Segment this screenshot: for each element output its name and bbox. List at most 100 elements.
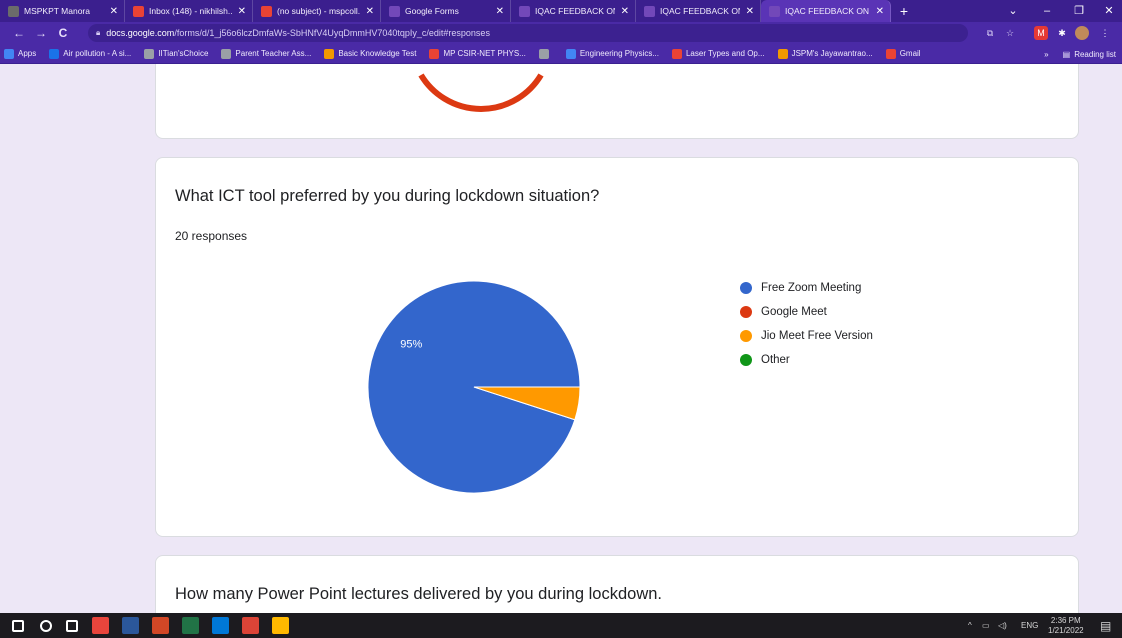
reading-list-icon: ▤ [1062, 49, 1071, 59]
url-bar[interactable]: 🔒︎ docs.google.com /forms/d/1_j56o6lczDm… [88, 24, 968, 42]
bookmark-label: MP CSIR-NET PHYS... [443, 49, 526, 58]
reload-button[interactable]: C [52, 26, 74, 40]
tab-favicon-icon [389, 5, 400, 17]
bookmark-label: Apps [18, 49, 37, 58]
powerpoint-icon[interactable] [152, 617, 169, 634]
url-path: /forms/d/1_j56o6lczDmfaWs-SbHNfV4UyqDmmH… [174, 28, 490, 38]
close-window-button[interactable]: ✕ [1092, 0, 1122, 22]
forward-button[interactable]: → [30, 26, 52, 40]
tab-5[interactable]: IQAC FEEDBACK ON IC ✕ [636, 0, 761, 22]
tab-close-icon[interactable]: ✕ [110, 6, 118, 17]
menu-kebab-icon[interactable]: ⋮ [1098, 26, 1112, 40]
tab-close-icon[interactable]: ✕ [746, 6, 754, 17]
bookmark-icon [221, 48, 232, 59]
reading-list[interactable]: » ▤ Reading list [1044, 44, 1116, 64]
task-view-icon[interactable] [66, 620, 78, 632]
bookmark-label: JSPM's Jayawantrao... [791, 49, 873, 58]
legend-label: Other [761, 354, 790, 366]
bookmark-icon [885, 48, 896, 59]
bookmark-9[interactable]: JSPM's Jayawantrao... [777, 48, 873, 59]
bookmark-10[interactable]: Gmail [885, 48, 921, 59]
bookmark-label: Engineering Physics... [579, 49, 659, 58]
legend-item-0[interactable]: Free Zoom Meeting [740, 279, 873, 297]
legend-item-2[interactable]: Jio Meet Free Version [740, 327, 873, 345]
tray-chevron-icon[interactable]: ^ [968, 613, 972, 638]
bookmarks-bar: Apps Air pollution - A si... IITian'sChoic… [0, 44, 1122, 64]
tab-title: IQAC FEEDBACK ON IC [660, 6, 740, 16]
bookmark-5[interactable]: MP CSIR-NET PHYS... [429, 48, 526, 59]
extensions-puzzle-icon[interactable]: ✱ [1055, 26, 1069, 40]
tab-favicon-icon [644, 5, 655, 17]
bookmark-icon [671, 48, 682, 59]
tab-4[interactable]: IQAC FEEDBACK ON IC ✕ [511, 0, 636, 22]
legend-dot-icon [740, 282, 752, 294]
legend-item-3[interactable]: Other [740, 351, 873, 369]
new-tab-button[interactable]: + [891, 0, 917, 22]
bookmark-label: Basic Knowledge Test [338, 49, 417, 58]
form-responses-page[interactable]: What ICT tool preferred by you during lo… [0, 64, 1122, 613]
question-card: What ICT tool preferred by you during lo… [155, 157, 1079, 537]
files-icon[interactable] [272, 617, 289, 634]
tab-close-icon[interactable]: ✕ [496, 6, 504, 17]
legend-dot-icon [740, 330, 752, 342]
tab-search-dropdown[interactable]: ⌄ [996, 0, 1030, 22]
tab-3[interactable]: Google Forms ✕ [381, 0, 511, 22]
tab-0[interactable]: MSPKPT Manora ✕ [0, 0, 125, 22]
volume-icon[interactable]: ◁) [998, 613, 1007, 638]
bookmark-6[interactable] [538, 48, 553, 59]
url-host: docs.google.com [106, 28, 175, 38]
bookmark-label: Gmail [899, 49, 921, 58]
battery-icon[interactable]: ▭ [982, 613, 990, 638]
bookmark-icon [324, 48, 335, 59]
notification-icon[interactable]: ▤ [1100, 613, 1111, 638]
tab-close-icon[interactable]: ✕ [366, 6, 374, 17]
bookmark-3[interactable]: Parent Teacher Ass... [221, 48, 312, 59]
tab-title: MSPKPT Manora [24, 6, 90, 16]
word-icon[interactable] [122, 617, 139, 634]
search-icon[interactable] [40, 620, 52, 632]
maximize-button[interactable]: ❐ [1062, 0, 1096, 22]
bookmark-7[interactable]: Engineering Physics... [565, 48, 659, 59]
windows-taskbar: ^ ▭ ◁) ENG 2:36 PM 1/21/2022 ▤ [0, 613, 1122, 638]
tab-close-icon[interactable]: ✕ [238, 6, 246, 17]
previous-question-card [155, 64, 1079, 139]
chrome-icon[interactable] [242, 617, 259, 634]
profile-avatar[interactable] [1075, 26, 1089, 40]
legend-dot-icon [740, 354, 752, 366]
more-bookmarks-chevron-icon[interactable]: » [1044, 50, 1048, 59]
bookmark-0[interactable]: Apps [4, 48, 37, 59]
bookmark-label: Laser Types and Op... [685, 49, 765, 58]
bookmark-star-icon[interactable]: ☆ [1003, 26, 1017, 40]
bookmark-8[interactable]: Laser Types and Op... [671, 48, 765, 59]
tab-2[interactable]: (no subject) - mspcoll... ✕ [253, 0, 381, 22]
start-icon[interactable] [12, 620, 24, 632]
extension-icon[interactable]: M [1034, 26, 1048, 40]
legend-item-1[interactable]: Google Meet [740, 303, 873, 321]
clock[interactable]: 2:36 PM 1/21/2022 [1048, 613, 1084, 638]
address-toolbar: ← → C 🔒︎ docs.google.com /forms/d/1_j56o… [0, 22, 1122, 44]
tab-title: IQAC FEEDBACK ON IC [785, 6, 870, 16]
tab-close-icon[interactable]: ✕ [876, 6, 884, 17]
tab-6[interactable]: IQAC FEEDBACK ON IC ✕ [761, 0, 891, 22]
minimize-button[interactable]: – [1030, 0, 1064, 22]
bookmark-icon [429, 48, 440, 59]
tab-close-icon[interactable]: ✕ [621, 6, 629, 17]
reading-list-label: Reading list [1074, 49, 1116, 59]
bookmark-4[interactable]: Basic Knowledge Test [324, 48, 417, 59]
tab-title: Google Forms [405, 6, 459, 16]
app-icon-1[interactable] [92, 617, 109, 634]
legend-label: Google Meet [761, 306, 827, 318]
bookmark-2[interactable]: IITian'sChoice [144, 48, 208, 59]
tab-1[interactable]: Inbox (148) - nikhilsh... ✕ [125, 0, 253, 22]
excel-icon[interactable] [182, 617, 199, 634]
bookmark-1[interactable]: Air pollution - A si... [49, 48, 131, 59]
lock-icon: 🔒︎ [96, 28, 101, 37]
language-indicator[interactable]: ENG [1021, 613, 1038, 638]
tab-favicon-icon [519, 5, 530, 17]
back-button[interactable]: ← [8, 26, 30, 40]
install-icon[interactable]: ⧉ [983, 26, 997, 40]
app-icon-2[interactable] [212, 617, 229, 634]
bookmark-label: Parent Teacher Ass... [235, 49, 312, 58]
bookmark-icon [49, 48, 60, 59]
tab-favicon-icon [8, 5, 19, 17]
